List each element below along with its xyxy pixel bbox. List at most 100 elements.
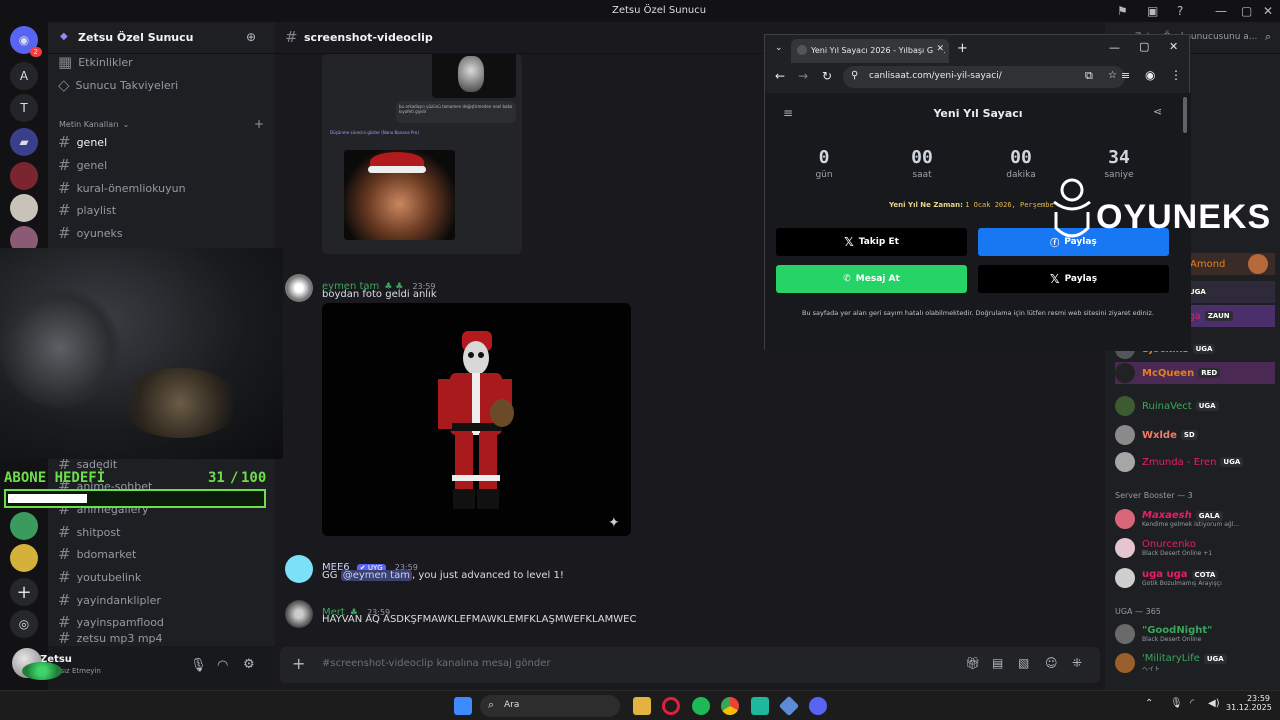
settings-gear-icon[interactable]: ⚙ bbox=[243, 657, 255, 672]
maximize-icon[interactable]: ▢ bbox=[1139, 40, 1149, 53]
channel-bdomarket[interactable]: # bdomarket bbox=[58, 544, 136, 564]
channel-shitpost[interactable]: # shitpost bbox=[58, 522, 120, 542]
member-item[interactable]: "GoodNight" Black Desert Online bbox=[1115, 623, 1212, 645]
scrollbar[interactable] bbox=[1183, 97, 1187, 133]
category-text-channels[interactable]: Metin Kanalları ⌄ + bbox=[59, 114, 264, 134]
message-input[interactable]: #screenshot-videoclip kanalına mesaj gön… bbox=[322, 658, 550, 669]
follow-x-button[interactable]: 𝕏 Takip Et bbox=[776, 228, 967, 256]
add-server-icon[interactable]: + bbox=[10, 578, 38, 606]
sticker-icon[interactable]: ▧ bbox=[1018, 656, 1029, 670]
channel-playlist[interactable]: # playlist bbox=[58, 200, 116, 220]
channel-youtubelink[interactable]: # youtubelink bbox=[58, 567, 141, 587]
channel-genel-2[interactable]: # genel bbox=[58, 155, 107, 175]
taskbar-search[interactable]: ⌕ Ara bbox=[480, 695, 620, 717]
member-item[interactable]: Zmunda - Eren UGA bbox=[1115, 451, 1244, 473]
member-item[interactable]: Maxaesh GALA Kendime gelmek istiyorum ağl.… bbox=[1115, 508, 1239, 530]
folder-icon[interactable]: ▰ bbox=[10, 128, 38, 156]
guild-avatar[interactable] bbox=[10, 194, 38, 222]
opera-icon[interactable] bbox=[662, 697, 680, 715]
headphones-icon[interactable]: ◠ bbox=[217, 658, 228, 673]
help-icon[interactable]: ? bbox=[1177, 4, 1183, 18]
start-icon[interactable] bbox=[454, 697, 472, 715]
mic-icon[interactable]: 🎙︎ bbox=[1170, 698, 1183, 709]
minimize-icon[interactable]: — bbox=[1215, 4, 1227, 18]
tray-chevron-icon[interactable]: ⌃ bbox=[1145, 698, 1153, 709]
events-item[interactable]: ▦ Etkinlikler bbox=[58, 52, 133, 72]
extensions-icon[interactable]: ⧉ bbox=[1085, 69, 1093, 83]
avatar[interactable] bbox=[285, 274, 313, 302]
counter-hours: 00 saat bbox=[911, 147, 933, 180]
channel-oyuneks[interactable]: # oyuneks bbox=[58, 223, 123, 243]
hash-icon: # bbox=[58, 224, 71, 242]
apps-icon[interactable]: ⁜ bbox=[1072, 656, 1082, 670]
bookmark-star-icon[interactable]: ☆ bbox=[1108, 70, 1117, 81]
channel-genel[interactable]: # genel bbox=[58, 132, 107, 152]
reload-icon[interactable]: ↻ bbox=[822, 69, 832, 83]
discord-home-icon[interactable]: ◉ 2 bbox=[10, 26, 42, 57]
guild-t[interactable]: T bbox=[10, 94, 38, 122]
user-mention[interactable]: @eymen tam bbox=[340, 570, 412, 581]
member-item[interactable]: 'MilitaryLife UGA ヘイト bbox=[1115, 652, 1227, 674]
address-bar[interactable]: ⚲ canlisaat.com/yeni-yil-sayaci/ ☆ bbox=[843, 66, 1125, 88]
add-channel-icon[interactable]: + bbox=[254, 117, 264, 131]
site-info-icon[interactable]: ⚲ bbox=[851, 70, 858, 81]
browser-tab[interactable]: Yeni Yıl Sayacı 2026 - Yılbaşı Ge... ✕ bbox=[791, 39, 949, 63]
minimize-icon[interactable]: — bbox=[1109, 41, 1120, 54]
channel-yayinspamflood[interactable]: # yayinspamflood bbox=[58, 612, 164, 632]
channel-kural[interactable]: # kural-önemliokuyun bbox=[58, 178, 186, 198]
guild-avatar[interactable] bbox=[10, 544, 38, 572]
share-x-button[interactable]: 𝕏 Paylaş bbox=[978, 265, 1169, 293]
tab-search-icon[interactable]: ⌄ bbox=[775, 43, 783, 53]
channel-zetsu-mp3[interactable]: # zetsu mp3 mp4 bbox=[58, 632, 163, 644]
member-item[interactable]: McQueen RED bbox=[1115, 362, 1275, 384]
gift-icon[interactable]: 🎁︎ bbox=[965, 656, 980, 670]
invite-icon[interactable]: ⊕ bbox=[246, 30, 256, 44]
menu-icon[interactable]: ⋮ bbox=[1170, 68, 1182, 82]
close-icon[interactable]: ✕ bbox=[1263, 4, 1273, 18]
member-item[interactable]: uga uga COTA Gotik Bozulmamış Arayışçı bbox=[1115, 567, 1222, 589]
clock[interactable]: 23:59 31.12.2025 bbox=[1226, 694, 1272, 712]
spotify-icon[interactable] bbox=[692, 697, 710, 715]
close-icon[interactable]: ✕ bbox=[1169, 40, 1178, 53]
microphone-icon[interactable]: 🎙︎ bbox=[190, 658, 207, 673]
member-item[interactable]: Wxlde SD bbox=[1115, 424, 1198, 446]
volume-icon[interactable]: ◀) bbox=[1208, 698, 1220, 709]
attach-plus-icon[interactable]: + bbox=[292, 654, 305, 673]
discord-icon[interactable] bbox=[809, 697, 827, 715]
discover-icon[interactable]: ◎ bbox=[10, 610, 38, 638]
image-attachment[interactable]: ✦ bbox=[322, 303, 631, 536]
app-icon[interactable] bbox=[751, 697, 769, 715]
file-explorer-icon[interactable] bbox=[633, 697, 651, 715]
search-icon[interactable]: ⌕ bbox=[1265, 30, 1271, 44]
media-icon[interactable]: ≡ bbox=[1121, 69, 1130, 82]
maximize-icon[interactable]: ▢ bbox=[1241, 4, 1252, 18]
member-item[interactable]: Onurcenko Black Desert Online +1 bbox=[1115, 537, 1212, 559]
channel-yayindanklipler[interactable]: # yayindanklipler bbox=[58, 590, 161, 610]
mee6-avatar[interactable] bbox=[285, 555, 313, 583]
whatsapp-button[interactable]: ✆ Mesaj At bbox=[776, 265, 967, 293]
inbox-icon[interactable]: ▣ bbox=[1147, 4, 1158, 18]
guild-a[interactable]: A bbox=[10, 62, 38, 90]
message-text: GG @eymen tam, you just advanced to leve… bbox=[322, 570, 564, 581]
app-icon[interactable] bbox=[778, 695, 800, 717]
server-header[interactable]: ◆ Zetsu Özel Sunucu ⌄ ⊕ bbox=[48, 22, 275, 54]
new-tab-icon[interactable]: + bbox=[957, 41, 968, 56]
chrome-icon[interactable] bbox=[721, 697, 739, 715]
profile-icon[interactable]: ◉ bbox=[1145, 68, 1155, 82]
oyuneks-logo-icon bbox=[1053, 178, 1091, 238]
share-icon[interactable]: ⋖ bbox=[1153, 105, 1162, 118]
close-tab-icon[interactable]: ✕ bbox=[933, 44, 944, 54]
member-item[interactable]: RuinaVect UGA bbox=[1115, 395, 1219, 417]
image-attachment[interactable]: bu arkadaşın yüzünü tamamen değiştirmede… bbox=[322, 54, 522, 254]
forward-icon[interactable]: → bbox=[798, 69, 808, 83]
user-avatar[interactable] bbox=[8, 648, 66, 688]
boosts-item[interactable]: ◇ Sunucu Takviyeleri bbox=[58, 75, 178, 95]
avatar[interactable] bbox=[285, 600, 313, 628]
guild-avatar[interactable] bbox=[10, 162, 38, 190]
pin-icon[interactable]: ⚑ bbox=[1117, 4, 1128, 18]
emoji-icon[interactable]: ☺ bbox=[1045, 656, 1058, 670]
back-icon[interactable]: ← bbox=[775, 69, 785, 83]
wifi-icon[interactable]: ◜ bbox=[1190, 698, 1194, 709]
gif-icon[interactable]: ▤ bbox=[992, 656, 1003, 670]
guild-avatar[interactable] bbox=[10, 512, 38, 540]
